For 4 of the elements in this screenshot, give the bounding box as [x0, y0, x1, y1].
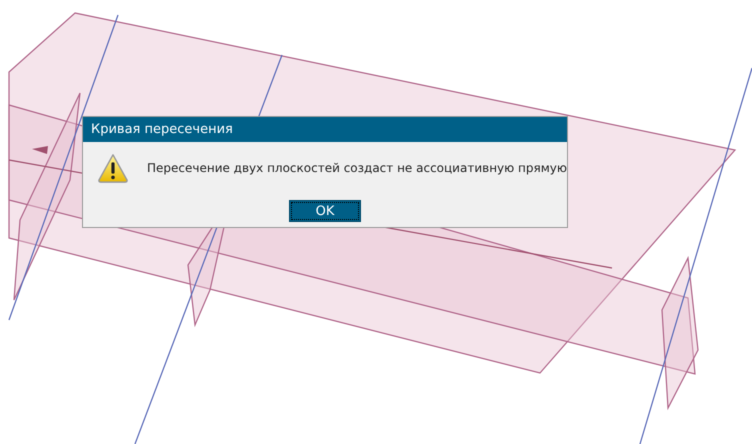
dialog-message: Пересечение двух плоскостей создаст не ассоциативную прямую — [146, 161, 567, 175]
warning-icon — [97, 152, 129, 184]
dialog-title: Кривая пересечения — [83, 117, 567, 142]
ok-button[interactable]: OK — [289, 200, 361, 222]
